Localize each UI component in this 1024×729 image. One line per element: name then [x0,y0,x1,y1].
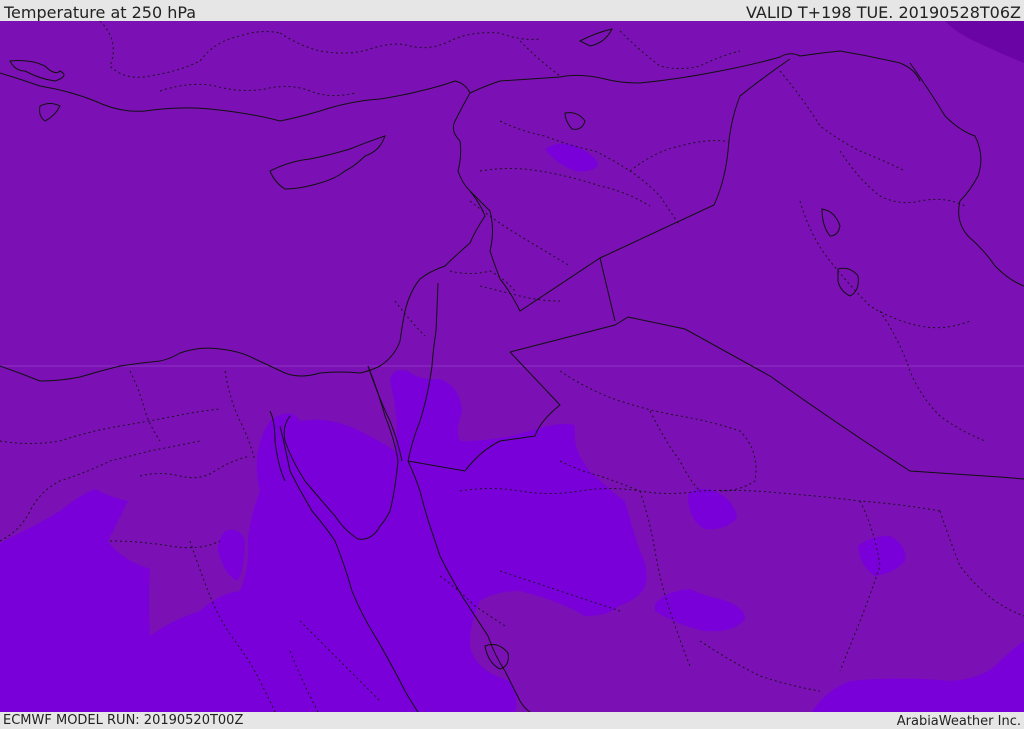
credit-label: ArabiaWeather Inc. [896,714,1021,729]
map-canvas [0,21,1024,712]
footer-bar: ECMWF MODEL RUN: 20190520T00Z ArabiaWeat… [0,712,1024,729]
weather-map[interactable] [0,21,1024,712]
model-run-label: ECMWF MODEL RUN: 20190520T00Z [3,713,244,728]
valid-time-label: VALID T+198 TUE. 20190528T06Z [745,3,1021,22]
header-bar: Temperature at 250 hPa VALID T+198 TUE. … [0,0,1024,22]
map-title: Temperature at 250 hPa [4,3,197,22]
